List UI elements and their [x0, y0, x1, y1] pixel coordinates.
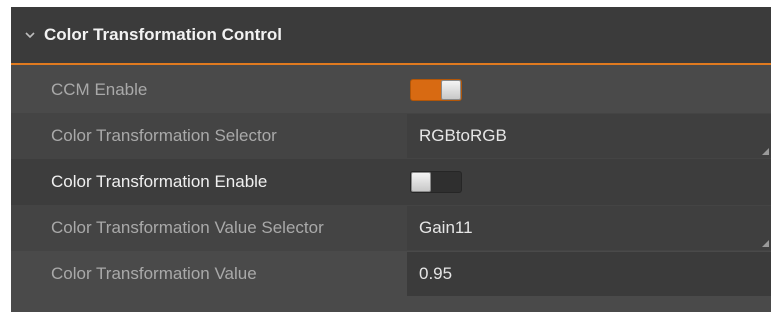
toggle-knob: [411, 172, 431, 192]
row-color-transformation-enable: Color Transformation Enable: [11, 159, 771, 205]
row-color-transformation-value-selector: Color Transformation Value Selector Gain…: [11, 205, 771, 251]
color-transformation-value-selector-dropdown[interactable]: Gain11: [407, 206, 771, 250]
resize-grip-icon: [762, 240, 769, 247]
row-color-transformation-value: Color Transformation Value 0.95: [11, 251, 771, 297]
selected-value: Gain11: [419, 218, 473, 237]
section-title: Color Transformation Control: [44, 25, 282, 44]
toggle-knob: [441, 80, 461, 100]
ccm-enable-toggle[interactable]: [410, 79, 462, 101]
properties-panel: Color Transformation Control CCM Enable …: [11, 7, 771, 312]
resize-grip-icon: [762, 148, 769, 155]
row-color-transformation-selector: Color Transformation Selector RGBtoRGB: [11, 113, 771, 159]
chevron-down-icon[interactable]: [22, 27, 38, 43]
color-transformation-enable-label: Color Transformation Enable: [51, 172, 268, 191]
color-transformation-value-label: Color Transformation Value: [51, 264, 257, 283]
section-header-color-transformation[interactable]: Color Transformation Control: [11, 7, 771, 65]
color-transformation-enable-toggle[interactable]: [410, 171, 462, 193]
input-value: 0.95: [419, 264, 453, 283]
color-transformation-selector-dropdown[interactable]: RGBtoRGB: [407, 114, 771, 158]
color-transformation-value-input[interactable]: 0.95: [407, 252, 771, 296]
ccm-enable-label: CCM Enable: [51, 80, 148, 99]
row-ccm-enable: CCM Enable: [11, 67, 771, 113]
selected-value: RGBtoRGB: [419, 126, 507, 145]
color-transformation-selector-label: Color Transformation Selector: [51, 126, 277, 145]
color-transformation-value-selector-label: Color Transformation Value Selector: [51, 218, 324, 237]
